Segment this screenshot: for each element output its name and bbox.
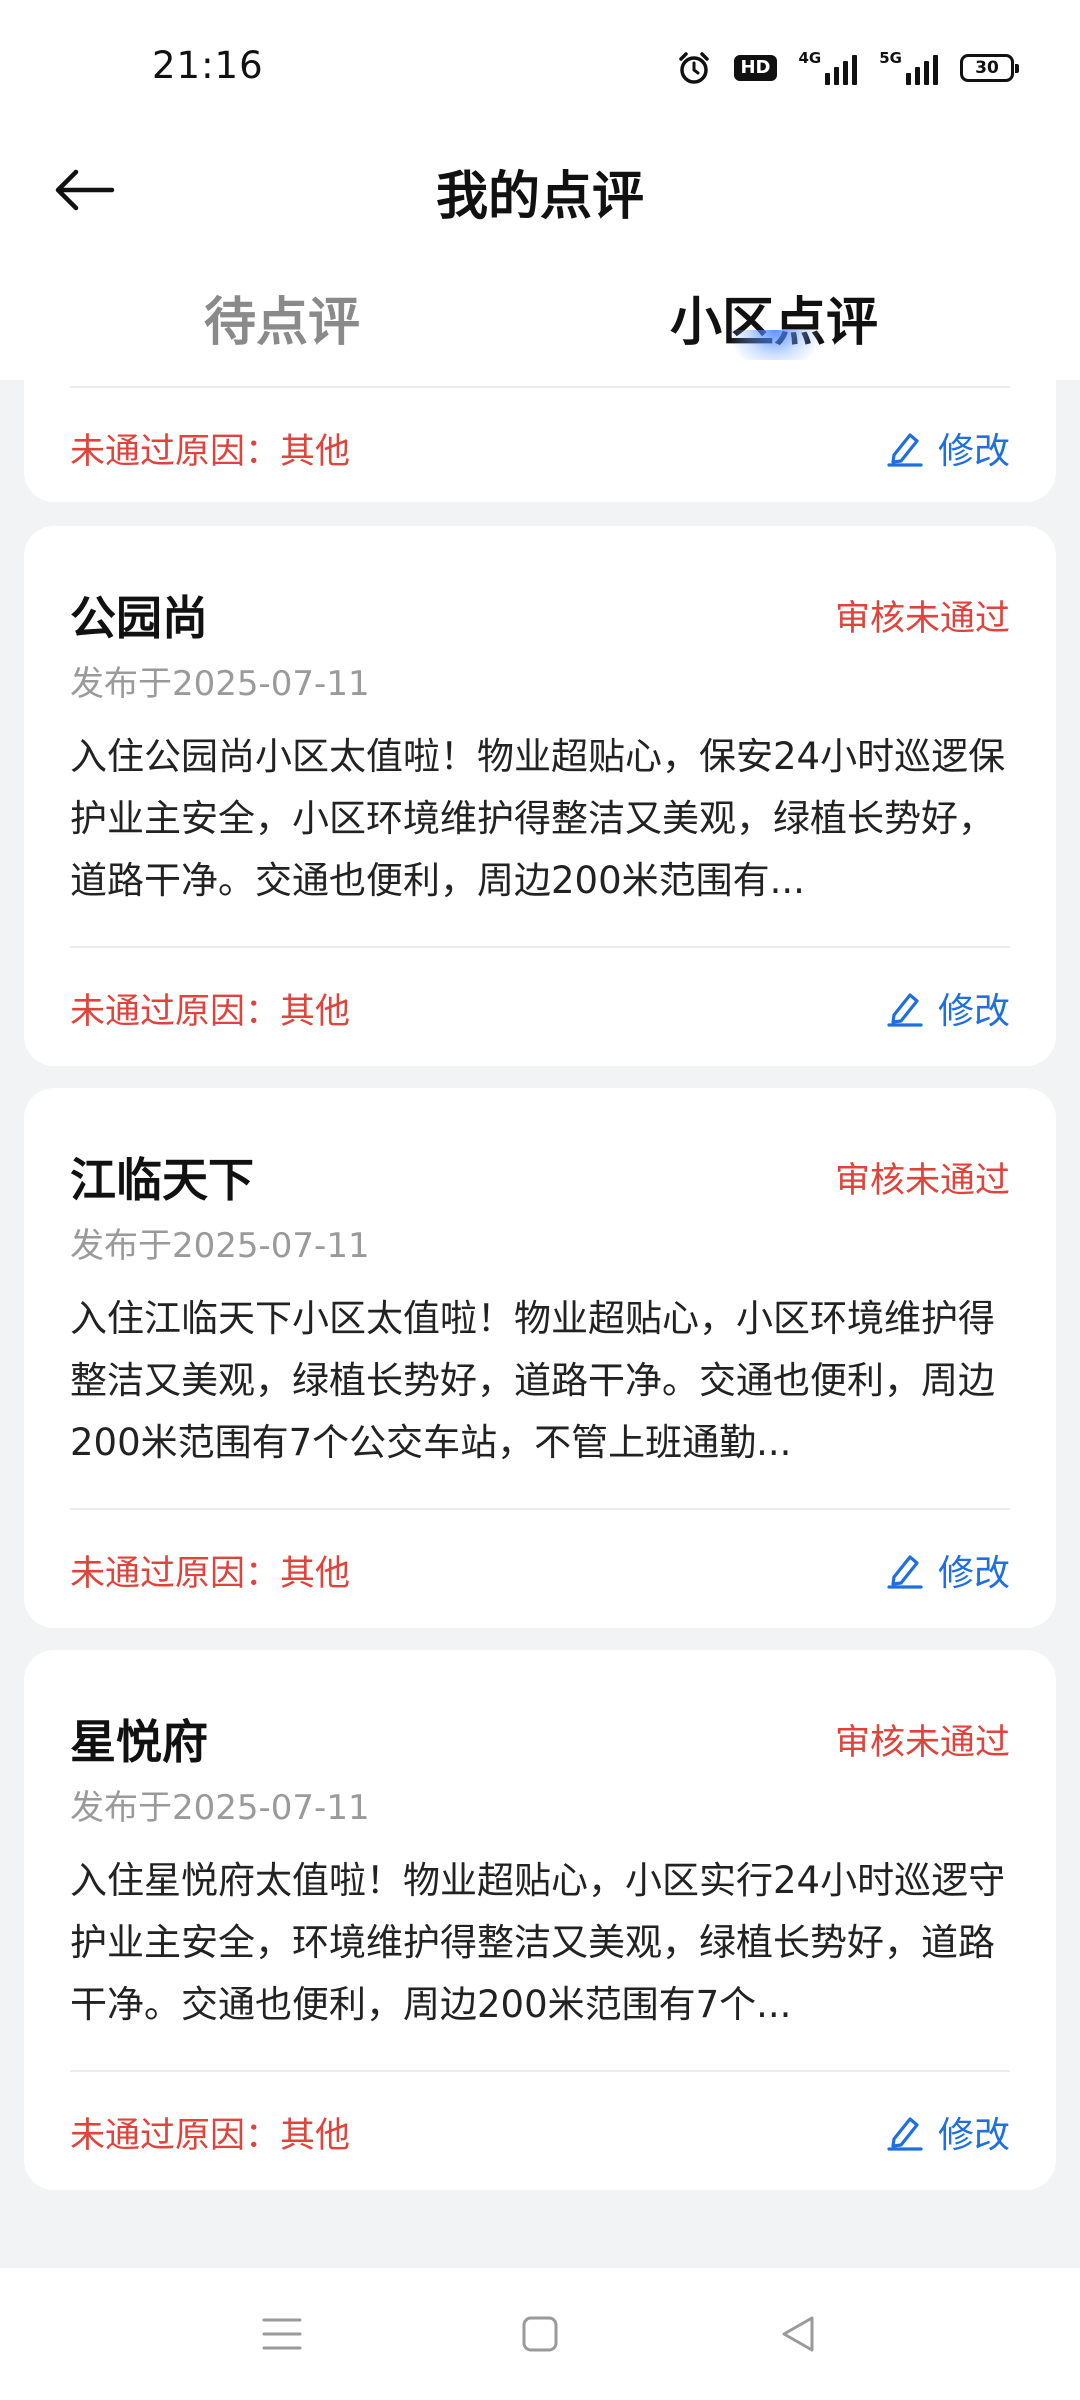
review-card-partial: 未通过原因：其他 修改 [24, 360, 1056, 502]
review-status: 审核未通过 [834, 1723, 1010, 1763]
edit-pencil-icon [887, 433, 923, 467]
page-title: 我的点评 [435, 167, 644, 227]
edit-pencil-icon [887, 2117, 923, 2151]
4g-label: 4G [798, 49, 822, 67]
reject-reason: 未通过原因：其他 [70, 431, 351, 472]
review-card[interactable]: 江临天下 审核未通过 发布于2025-07-11 入住江临天下小区太值啦！物业超… [24, 1088, 1056, 1628]
community-name: 星悦府 [70, 1715, 208, 1769]
card-divider [70, 386, 1010, 388]
edit-button[interactable]: 修改 [886, 982, 1010, 1034]
card-divider [70, 1508, 1010, 1510]
reject-row: 未通过原因：其他 修改 [70, 418, 1010, 478]
reject-row: 未通过原因：其他 修改 [70, 978, 1010, 1038]
card-divider [70, 2070, 1010, 2072]
5g-signal-icon: 5G [879, 51, 938, 85]
hd-label: HD [734, 55, 777, 81]
system-nav-bar [0, 2268, 1080, 2400]
community-name: 江临天下 [70, 1153, 254, 1207]
reject-row: 未通过原因：其他 修改 [70, 1540, 1010, 1600]
card-divider [70, 946, 1010, 948]
reject-reason: 未通过原因：其他 [70, 1553, 351, 1594]
publish-date: 发布于2025-07-11 [70, 1226, 370, 1266]
hd-icon: HD [734, 55, 777, 81]
community-name: 公园尚 [70, 591, 208, 645]
4g-signal-icon: 4G [799, 51, 858, 85]
menu-icon[interactable] [252, 2304, 312, 2364]
reject-reason: 未通过原因：其他 [70, 991, 351, 1032]
edit-pencil-icon [887, 1555, 923, 1589]
my-reviews-screen: 21:16 HD 4G 5G 30 我的点评 待点评 小区点评 未通过原因：其他… [0, 0, 1080, 2400]
review-text: 入住公园尚小区太值啦！物业超贴心，保安24小时巡逻保护业主安全，小区环境维护得整… [70, 735, 1006, 902]
review-text: 入住星悦府太值啦！物业超贴心，小区实行24小时巡逻守护业主安全，环境维护得整洁又… [70, 1859, 1006, 2026]
publish-date: 发布于2025-07-11 [70, 664, 370, 704]
header: 我的点评 待点评 小区点评 [0, 130, 1080, 380]
edit-label: 修改 [937, 2115, 1010, 2156]
reject-reason: 未通过原因：其他 [70, 2115, 351, 2156]
review-card[interactable]: 星悦府 审核未通过 发布于2025-07-11 入住星悦府太值啦！物业超贴心，小… [24, 1650, 1056, 2190]
review-card[interactable]: 公园尚 审核未通过 发布于2025-07-11 入住公园尚小区太值啦！物业超贴心… [24, 526, 1056, 1066]
publish-date: 发布于2025-07-11 [70, 1788, 370, 1828]
edit-pencil-icon [887, 993, 923, 1027]
edit-button[interactable]: 修改 [886, 1544, 1010, 1596]
battery-level: 30 [975, 58, 999, 78]
edit-button[interactable]: 修改 [886, 2106, 1010, 2158]
review-status: 审核未通过 [834, 1161, 1010, 1201]
home-square-icon[interactable] [510, 2304, 570, 2364]
review-text: 入住江临天下小区太值啦！物业超贴心，小区环境维护得整洁又美观，绿植长势好，道路干… [70, 1297, 995, 1464]
status-time: 21:16 [152, 44, 264, 87]
5g-label: 5G [879, 49, 902, 67]
edit-button[interactable]: 修改 [886, 422, 1010, 474]
status-bar: 21:16 HD 4G 5G 30 [0, 0, 1080, 130]
reject-row: 未通过原因：其他 修改 [70, 2102, 1010, 2162]
edit-label: 修改 [937, 991, 1010, 1032]
battery-icon: 30 [960, 54, 1019, 82]
status-icons: HD 4G 5G 30 [676, 48, 1019, 88]
edit-label: 修改 [937, 1553, 1010, 1594]
back-triangle-icon[interactable] [768, 2304, 828, 2364]
alarm-icon [676, 50, 712, 86]
tab-pending-reviews[interactable]: 待点评 [204, 280, 360, 355]
review-status: 审核未通过 [834, 599, 1010, 639]
edit-label: 修改 [937, 431, 1010, 472]
